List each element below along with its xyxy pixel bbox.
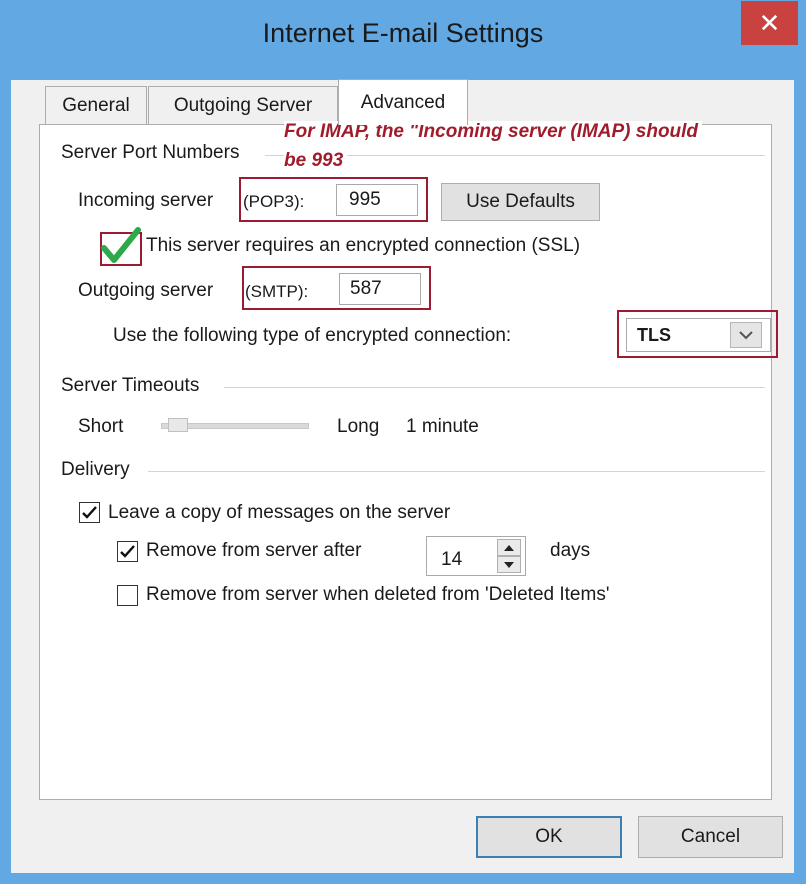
timeout-value-label: 1 minute [406, 416, 479, 437]
group-divider [148, 471, 765, 472]
tab-outgoing-server-label: Outgoing Server [173, 94, 313, 116]
advanced-panel [39, 124, 772, 800]
leave-copy-checkbox[interactable] [79, 502, 100, 523]
days-label: days [550, 540, 591, 561]
remove-deleted-label: Remove from server when deleted from 'De… [146, 584, 610, 605]
window-title: Internet E-mail Settings [262, 18, 544, 48]
timeout-short-label: Short [78, 416, 124, 437]
remove-after-checkbox[interactable] [117, 541, 138, 562]
outgoing-port-value: 587 [350, 278, 382, 299]
ssl-label: This server requires an encrypted connec… [146, 235, 581, 256]
encryption-type-value: TLS [637, 324, 671, 345]
incoming-port-input[interactable]: 995 [336, 184, 418, 216]
timeout-slider-thumb[interactable] [168, 418, 188, 432]
tab-general[interactable]: General [45, 86, 147, 124]
tab-general-label: General [62, 94, 130, 116]
tab-advanced[interactable]: Advanced [338, 79, 468, 125]
dropdown-arrow-icon[interactable] [730, 322, 762, 348]
ssl-checkbox[interactable] [100, 226, 142, 266]
window-border-right [794, 80, 806, 884]
server-timeouts-heading: Server Timeouts [61, 375, 200, 396]
encryption-type-label: Use the following type of encrypted conn… [113, 325, 512, 346]
use-defaults-label: Use Defaults [466, 191, 575, 212]
remove-after-days-spinner[interactable]: 14 [426, 536, 526, 576]
green-checkmark-icon [101, 227, 141, 263]
spin-up-icon[interactable] [497, 539, 521, 556]
encryption-type-select[interactable]: TLS [626, 318, 771, 352]
ok-label: OK [535, 826, 563, 847]
spin-down-icon[interactable] [497, 556, 521, 573]
incoming-port-value: 995 [349, 189, 381, 210]
remove-after-days-value: 14 [441, 549, 463, 570]
title-bar: Internet E-mail Settings ✕ [0, 0, 806, 80]
window-border-bottom [0, 873, 806, 884]
close-icon: ✕ [758, 7, 781, 38]
remove-after-label: Remove from server after [146, 540, 362, 561]
incoming-server-label: Incoming server [78, 190, 214, 211]
cancel-label: Cancel [680, 826, 741, 847]
leave-copy-label: Leave a copy of messages on the server [108, 502, 451, 523]
outgoing-port-input[interactable]: 587 [339, 273, 421, 305]
remove-deleted-checkbox[interactable] [117, 585, 138, 606]
tab-advanced-label: Advanced [360, 91, 446, 113]
use-defaults-button[interactable]: Use Defaults [441, 183, 600, 221]
outgoing-server-label: Outgoing server [78, 280, 214, 301]
checkbox-check-icon [120, 545, 135, 558]
window-border-left [0, 80, 11, 884]
server-port-numbers-heading: Server Port Numbers [61, 142, 240, 163]
checkbox-check-icon [82, 506, 97, 519]
group-divider [224, 387, 765, 388]
ok-button[interactable]: OK [476, 816, 622, 858]
timeout-long-label: Long [337, 416, 380, 437]
annotation-line-2: be 993 [284, 150, 348, 172]
close-button[interactable]: ✕ [741, 1, 798, 45]
cancel-button[interactable]: Cancel [638, 816, 783, 858]
delivery-heading: Delivery [61, 459, 130, 480]
tab-outgoing-server[interactable]: Outgoing Server [148, 86, 338, 124]
